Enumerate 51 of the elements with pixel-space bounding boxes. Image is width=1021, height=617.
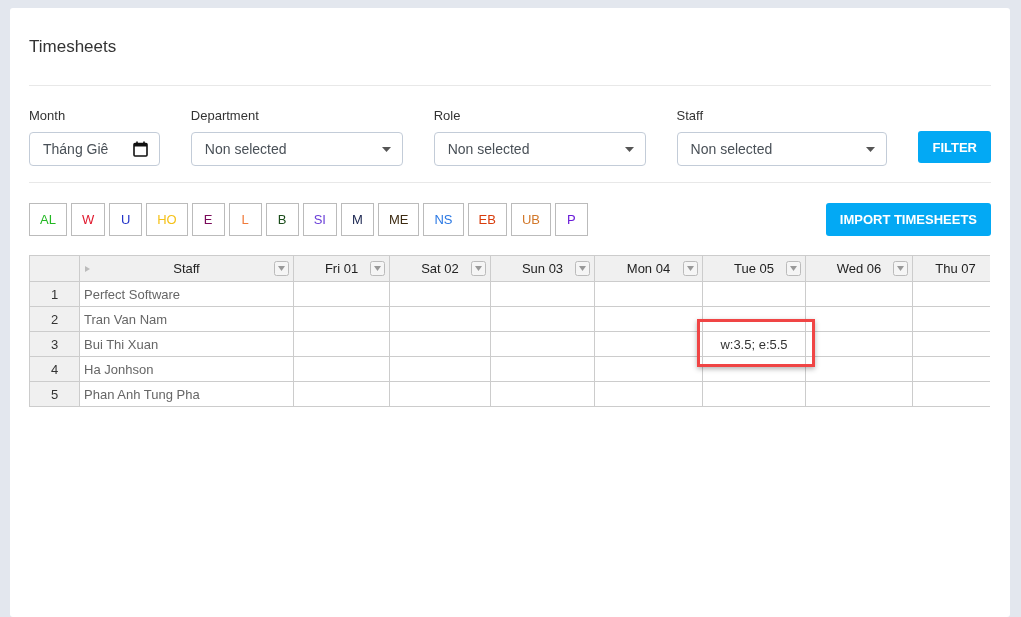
field-label: Staff [676, 108, 705, 123]
caret-icon [624, 146, 634, 152]
code-button[interactable]: U [109, 203, 143, 236]
code-button[interactable]: P [554, 203, 588, 236]
page-title: Timesheets [29, 8, 991, 86]
timesheet-entry: w:3.5; e:5.5 [720, 336, 788, 352]
column-header[interactable]: Fri 01 [293, 255, 390, 282]
caret-icon [381, 146, 391, 152]
dropdown-menu-icon[interactable] [683, 261, 698, 276]
code-button[interactable]: ME [378, 203, 420, 236]
dropdown-menu-icon[interactable] [370, 261, 385, 276]
column-header[interactable]: Sun 03 [490, 255, 595, 282]
dropdown-menu-icon[interactable] [274, 261, 289, 276]
code-button[interactable]: B [265, 203, 299, 236]
dropdown-menu-icon[interactable] [471, 261, 486, 276]
date-field[interactable]: Tháng Giê [29, 132, 160, 166]
staff-name-cell: Perfect Software [79, 281, 294, 307]
column-header[interactable]: Sat 02 [389, 255, 491, 282]
staff-name-cell: Ha Jonhson [79, 356, 294, 382]
dropdown-menu-icon[interactable] [575, 261, 590, 276]
column-header[interactable]: Tue 05 [702, 255, 806, 282]
corner-cell [29, 255, 80, 282]
select-field[interactable]: Non selected [190, 132, 403, 166]
code-button[interactable]: M [341, 203, 374, 236]
row-number: 1 [29, 281, 80, 307]
field-label: Department [190, 108, 260, 123]
column-header[interactable]: Mon 04 [594, 255, 703, 282]
code-button[interactable]: SI [302, 203, 337, 236]
caret-icon [866, 146, 876, 152]
field-label: Role [433, 108, 462, 123]
select-field[interactable]: Non selected [433, 132, 646, 166]
select-field[interactable]: Non selected [676, 132, 888, 166]
code-button[interactable]: EB [467, 203, 507, 236]
column-header[interactable]: Staff [79, 255, 294, 282]
column-header[interactable]: Wed 06 [805, 255, 913, 282]
row-number: 4 [29, 356, 80, 382]
code-button[interactable]: E [191, 203, 225, 236]
dropdown-menu-icon[interactable] [786, 261, 801, 276]
staff-name-cell: Bui Thi Xuan [79, 331, 294, 357]
staff-name-cell: Tran Van Nam [79, 306, 294, 332]
row-number: 2 [29, 306, 80, 332]
row-number: 3 [29, 331, 80, 357]
column-header[interactable]: Thu 07 [912, 255, 990, 282]
field-label: Month [29, 108, 67, 123]
code-button[interactable]: NS [423, 203, 464, 236]
code-button[interactable]: W [70, 203, 106, 236]
expand-icon [85, 266, 90, 272]
row-number: 5 [29, 381, 80, 407]
calendar-icon [132, 141, 148, 157]
dropdown-menu-icon[interactable] [893, 261, 908, 276]
staff-name-cell: Phan Anh Tung Pha [79, 381, 294, 407]
